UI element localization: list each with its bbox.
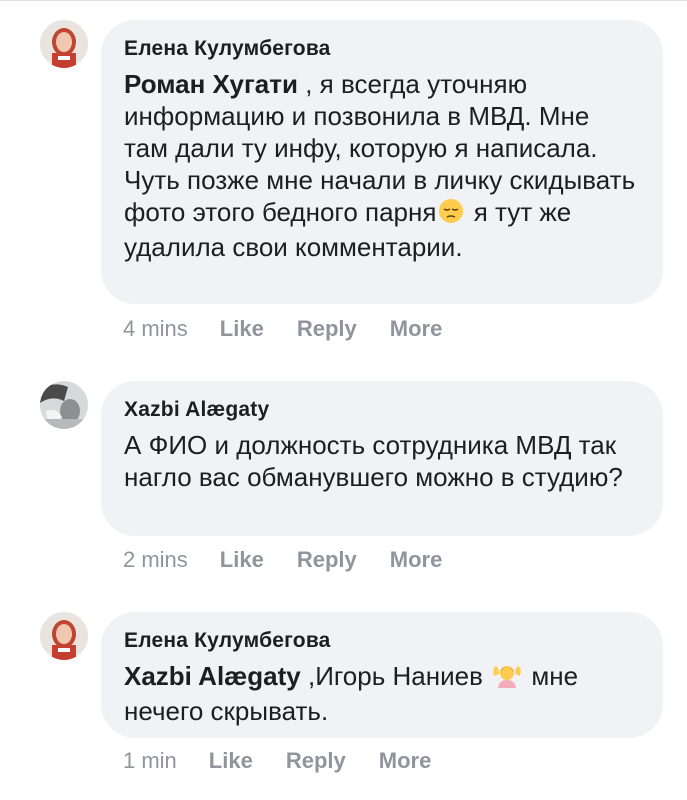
- more-button[interactable]: More: [379, 748, 432, 773]
- like-button[interactable]: Like: [209, 748, 253, 773]
- like-button[interactable]: Like: [220, 316, 264, 341]
- more-button[interactable]: More: [390, 316, 443, 341]
- avatar[interactable]: [40, 381, 88, 429]
- avatar[interactable]: [40, 20, 88, 68]
- mention-link[interactable]: Xazbi Alægaty: [124, 661, 301, 691]
- comment-time[interactable]: 1 min: [123, 748, 177, 773]
- reply-button[interactable]: Reply: [286, 748, 346, 773]
- comment-text: Роман Хугати , я всегда уточняю информац…: [124, 68, 639, 263]
- reply-button[interactable]: Reply: [297, 547, 357, 572]
- mention-link[interactable]: Роман Хугати: [124, 69, 298, 99]
- comment-bubble: Елена Кулумбегова Xazbi Alægaty ,Игорь Н…: [101, 612, 663, 738]
- pensive-face-icon: [438, 198, 464, 231]
- comment-actions: 2 mins Like Reply More: [123, 547, 475, 573]
- comment-actions: 1 min Like Reply More: [123, 748, 464, 774]
- comment-time[interactable]: 4 mins: [123, 316, 188, 341]
- comment-text: А ФИО и должность сотрудника МВД так наг…: [124, 430, 623, 492]
- person-raising-hands-icon: [492, 662, 522, 695]
- avatar[interactable]: [40, 612, 88, 660]
- comment-author[interactable]: Елена Кулумбегова: [124, 628, 639, 654]
- more-button[interactable]: More: [390, 547, 443, 572]
- comment-author[interactable]: Xazbi Alægaty: [124, 397, 639, 423]
- reply-button[interactable]: Reply: [297, 316, 357, 341]
- comment-bubble: Елена Кулумбегова Роман Хугати , я всегд…: [101, 20, 663, 304]
- comment-bubble: Xazbi Alægaty А ФИО и должность сотрудни…: [101, 381, 663, 536]
- comment-time[interactable]: 2 mins: [123, 547, 188, 572]
- comment-text-part: ,Игорь Наниев: [300, 661, 491, 691]
- top-divider: [0, 0, 687, 1]
- like-button[interactable]: Like: [220, 547, 264, 572]
- comment-author[interactable]: Елена Кулумбегова: [124, 36, 639, 62]
- comment-actions: 4 mins Like Reply More: [123, 316, 475, 342]
- comment-text: Xazbi Alægaty ,Игорь Наниев мне нечего с…: [124, 660, 639, 727]
